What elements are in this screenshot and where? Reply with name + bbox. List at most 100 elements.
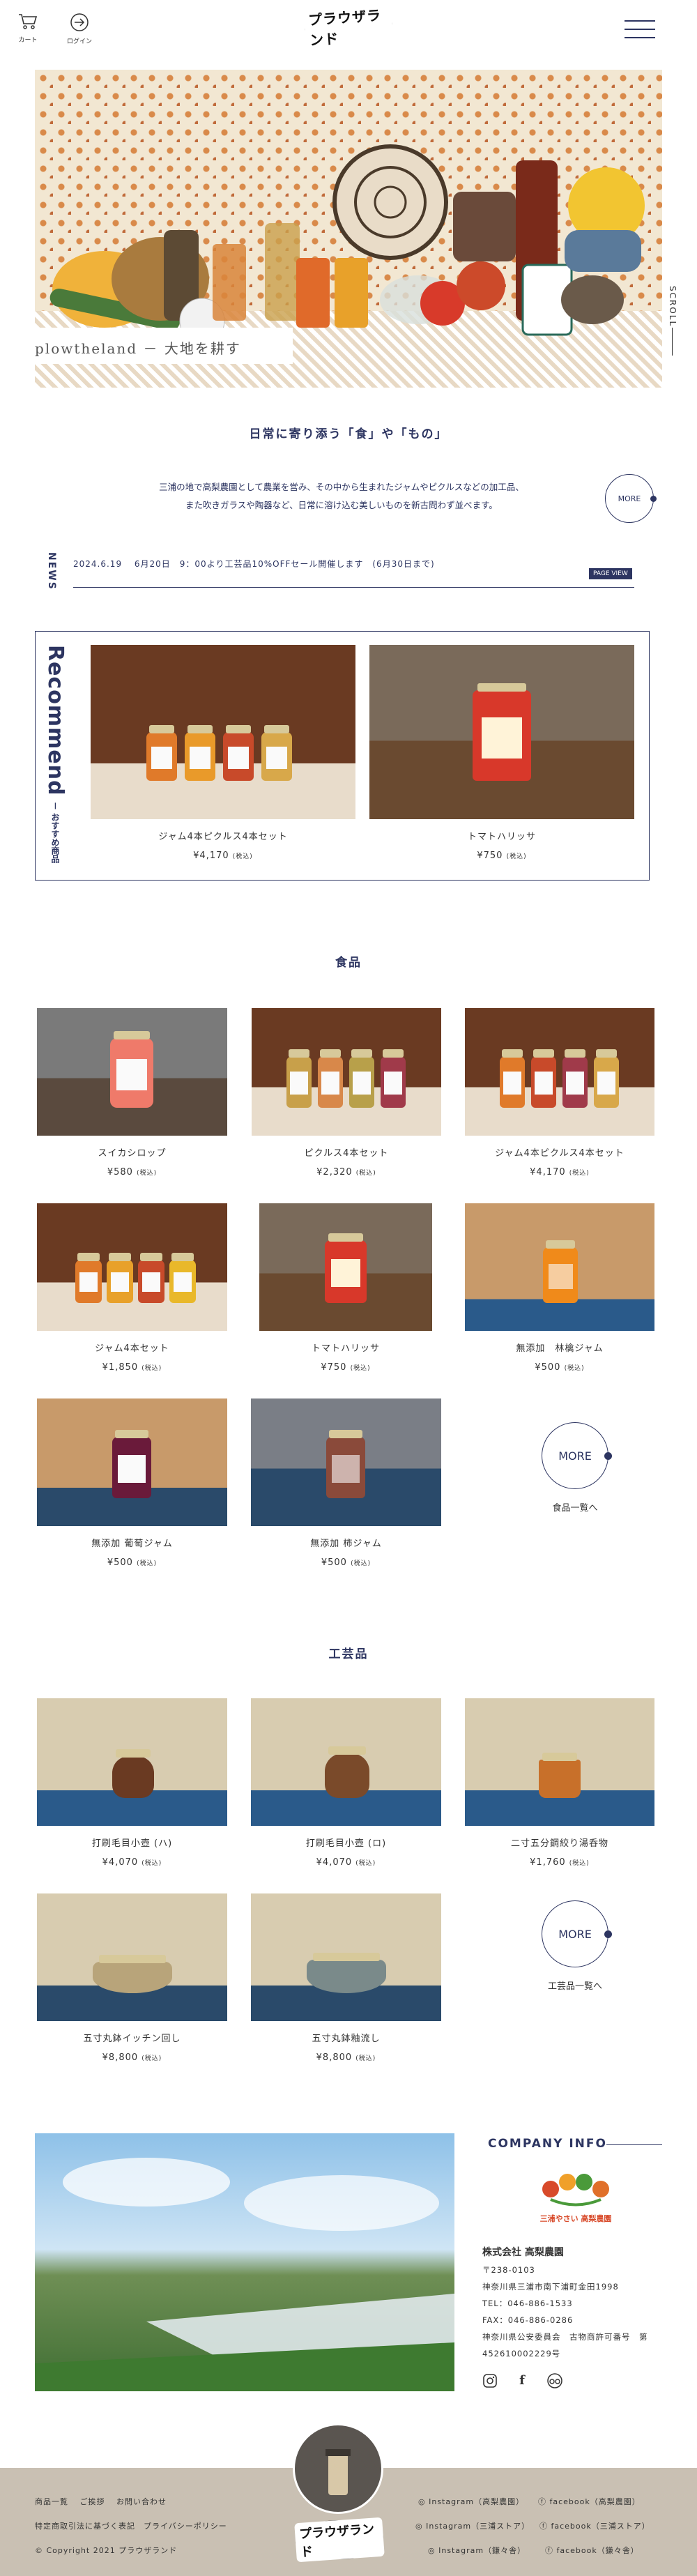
product-card[interactable]: スイカシロップ ¥580 (税込) (37, 1008, 227, 1178)
intro-title: 日常に寄り添う「食」や「もの」 (249, 427, 448, 441)
product-image[interactable] (37, 1698, 227, 1826)
product-card[interactable]: 無添加 柿ジャム ¥500 (税込) (251, 1398, 441, 1568)
menu-bar (625, 29, 655, 30)
product-name: 打刷毛目小壺 (ハ) (91, 1838, 173, 1849)
site-logo[interactable]: プラウザランド (302, 1, 395, 52)
product-name: 無添加 林檎ジャム (516, 1343, 604, 1354)
company-fax: FAX：046-886-0286 (482, 2315, 574, 2325)
product-card[interactable]: 五寸丸鉢釉流し ¥8,800 (税込) (251, 1893, 441, 2063)
product-image[interactable] (465, 1203, 654, 1331)
copyright: © Copyright 2021 プラウザランド (35, 2546, 178, 2555)
product-image[interactable] (259, 1203, 432, 1331)
product-image[interactable] (37, 1203, 227, 1331)
vegetables-icon (542, 2174, 609, 2207)
footer-link-contact[interactable]: お問い合わせ (116, 2497, 167, 2506)
crafts-list-link[interactable]: 工芸品一覧へ (526, 1979, 624, 1992)
crafts-more[interactable]: MORE 工芸品一覧へ (526, 1900, 624, 1992)
cart-icon (19, 14, 38, 29)
facebook-icon[interactable]: f (514, 2373, 530, 2388)
farm-logo-badge: 三浦やさい 高梨農園 (537, 2168, 615, 2231)
product-name: 無添加 柿ジャム (310, 1539, 382, 1549)
dot-icon (650, 496, 657, 502)
product-image[interactable] (37, 1398, 227, 1526)
recommend-item[interactable]: トマトハリッサ ¥750 (税込) (369, 645, 634, 861)
footer-sns-link[interactable]: ◎ Instagram（高梨農園） (418, 2496, 524, 2507)
jar (500, 1049, 525, 1108)
facebook-icon: ⓕ (539, 2522, 548, 2531)
tripadvisor-icon[interactable] (546, 2373, 562, 2388)
more-label: MORE (558, 1449, 592, 1463)
food-more-button[interactable]: MORE (542, 1422, 612, 1489)
footer-sns-link[interactable]: ⓕ facebook（高梨農園） (538, 2496, 641, 2507)
footer-law-links[interactable]: 特定商取引法に基づく表記 プライバシーポリシー (35, 2520, 227, 2531)
product-image[interactable] (465, 1698, 654, 1826)
instagram-icon[interactable] (482, 2373, 498, 2388)
product-card[interactable]: 無添加 葡萄ジャム ¥500 (税込) (37, 1398, 227, 1568)
product-card[interactable]: 打刷毛目小壺 (ロ) ¥4,070 (税込) (251, 1698, 441, 1868)
jar (473, 683, 531, 781)
product-image[interactable] (369, 645, 634, 819)
pouch (110, 1030, 153, 1108)
news-label: NEWS (46, 552, 57, 590)
product-card[interactable]: ピクルス4本セット ¥2,320 (税込) (252, 1008, 441, 1178)
product-card[interactable]: トマトハリッサ ¥750 (税込) (259, 1203, 432, 1373)
product-price: ¥4,170 (税込) (193, 851, 253, 861)
instagram-icon: ◎ (415, 2522, 423, 2531)
footer-link-products[interactable]: 商品一覧 (35, 2497, 68, 2506)
product-card[interactable]: 打刷毛目小壺 (ハ) ¥4,070 (税込) (37, 1698, 227, 1868)
product-price: ¥8,800 (税込) (102, 2052, 162, 2063)
product-price: ¥8,800 (税込) (316, 2052, 376, 2063)
crafts-more-button[interactable]: MORE (542, 1900, 612, 1967)
bowl (93, 1954, 172, 1993)
product-image[interactable] (91, 645, 355, 819)
product-card[interactable]: 二寸五分鋼絞り湯呑物 ¥1,760 (税込) (465, 1698, 654, 1868)
product-card[interactable]: ジャム4本ピクルス4本セット ¥4,170 (税込) (465, 1008, 654, 1178)
footer-link-greeting[interactable]: ご挨拶 (80, 2497, 105, 2506)
product-image[interactable] (251, 1698, 441, 1826)
jar (381, 1049, 406, 1108)
footer-sns-link[interactable]: ⓕ facebook（鎌々舎） (545, 2545, 639, 2556)
recommend-subtitle: － おすすめ商品 (50, 802, 60, 864)
product-card[interactable]: 無添加 林檎ジャム ¥500 (税込) (465, 1203, 654, 1373)
food-section-title: 食品 (335, 956, 362, 970)
product-card[interactable]: 五寸丸鉢イッチン回し ¥8,800 (税込) (37, 1893, 227, 2063)
jar (261, 725, 292, 781)
news-item[interactable]: 2024.6.19 6月20日 9：00より工芸品10%OFFセール開催します … (73, 558, 435, 570)
jar (75, 1252, 102, 1303)
hamburger-menu-button[interactable] (625, 20, 655, 45)
footer-logo-text: プラウザランド (294, 2517, 385, 2563)
product-image[interactable] (252, 1008, 441, 1136)
food-more[interactable]: MORE 食品一覧へ (526, 1422, 624, 1514)
recommend-item[interactable]: ジャム4本ピクルス4本セット ¥4,170 (税込) (91, 645, 355, 861)
cart-button[interactable]: カート (14, 13, 42, 44)
login-button[interactable]: ログイン (66, 13, 93, 45)
pot (112, 1748, 154, 1798)
product-name: ピクルス4本セット (304, 1148, 389, 1159)
product-image[interactable] (37, 1893, 227, 2021)
jar (107, 1252, 133, 1303)
login-label: ログイン (66, 38, 92, 45)
footer-logo[interactable]: プラウザランド (294, 2517, 385, 2563)
page-view-button[interactable]: PAGE VIEW (589, 568, 632, 579)
intro-more-button[interactable]: MORE (605, 474, 657, 523)
product-image[interactable] (37, 1008, 227, 1136)
jar (138, 1252, 164, 1303)
news-divider (73, 587, 634, 588)
company-license-number: 452610002229号 (482, 2349, 561, 2358)
food-list-link[interactable]: 食品一覧へ (526, 1500, 624, 1514)
footer-sns-link[interactable]: ⓕ facebook（三浦ストア） (539, 2520, 650, 2531)
scroll-line (672, 328, 673, 356)
footer-sns-link[interactable]: ◎ Instagram（鎌々舎） (428, 2545, 526, 2556)
crafts-section-title: 工芸品 (328, 1647, 369, 1661)
product-image[interactable] (465, 1008, 654, 1136)
product-card[interactable]: ジャム4本セット ¥1,850 (税込) (37, 1203, 227, 1373)
jar (185, 725, 215, 781)
footer-sns-link[interactable]: ◎ Instagram（三浦ストア） (415, 2520, 530, 2531)
product-image[interactable] (251, 1893, 441, 2021)
facebook-icon: ⓕ (538, 2497, 546, 2506)
scroll-indicator[interactable]: SCROLL (668, 286, 677, 327)
facebook-icon: ⓕ (545, 2546, 553, 2555)
product-name: 五寸丸鉢イッチン回し (83, 2034, 181, 2044)
product-image[interactable] (251, 1398, 441, 1526)
farm-landscape-photo (35, 2133, 454, 2391)
